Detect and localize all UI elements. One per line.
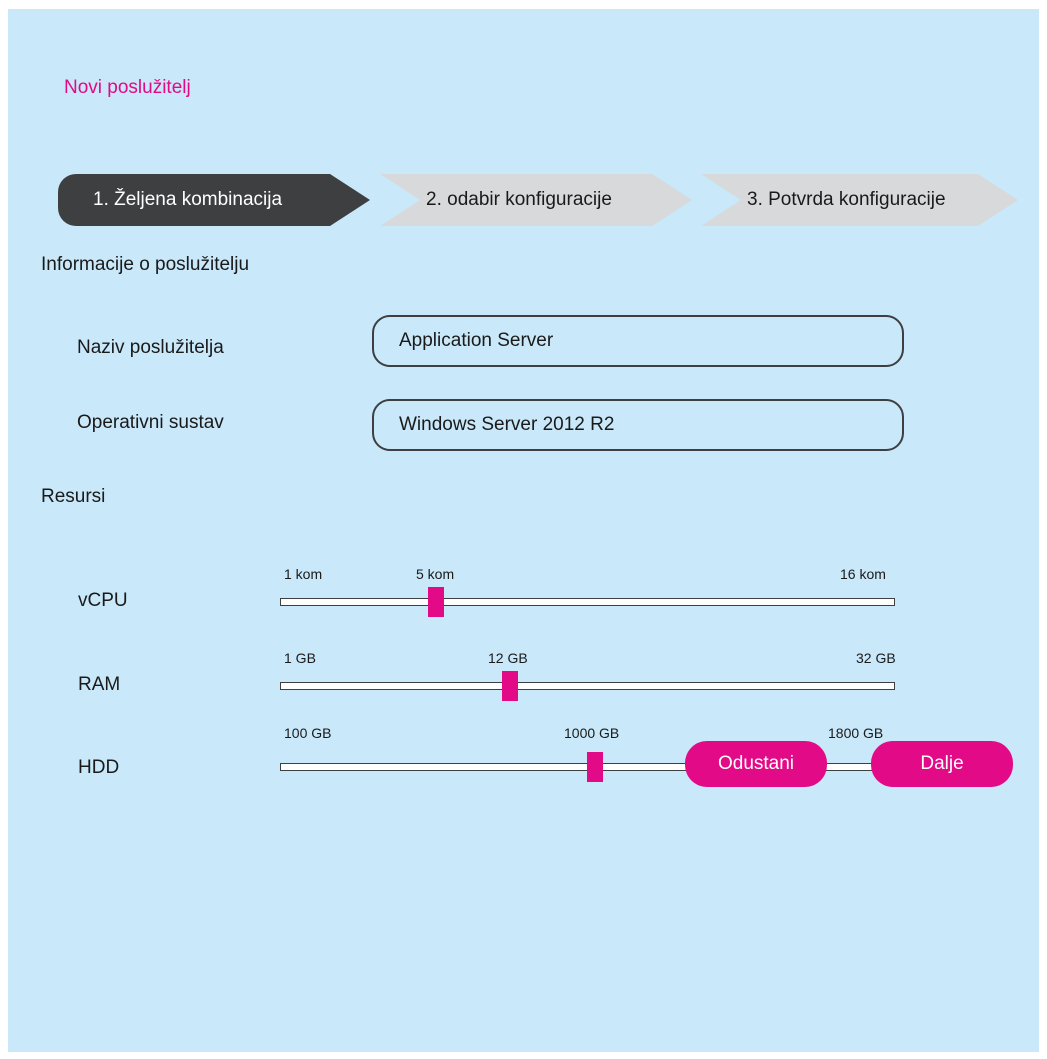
hdd-min-label: 100 GB <box>284 725 332 741</box>
ram-max-label: 32 GB <box>856 650 896 666</box>
new-server-panel: Novi poslužitelj 1. Željena kombinacija … <box>8 9 1039 1052</box>
step-3-label: 3. Potvrda konfiguracije <box>747 189 946 210</box>
step-1-label: 1. Željena kombinacija <box>93 189 283 210</box>
step-3-tab[interactable]: 3. Potvrda konfiguracije <box>701 174 1018 226</box>
ram-value-label: 12 GB <box>488 650 528 666</box>
wizard-steps: 1. Željena kombinacija 2. odabir konfigu… <box>58 174 1018 226</box>
server-name-value: Application Server <box>399 330 554 351</box>
page-title: Novi poslužitelj <box>64 77 191 98</box>
resources-heading: Resursi <box>41 486 106 507</box>
server-name-label: Naziv poslužitelja <box>77 337 224 358</box>
server-info-heading: Informacije o poslužitelju <box>41 254 250 275</box>
cancel-button-label: Odustani <box>717 753 795 774</box>
hdd-label: HDD <box>78 757 120 778</box>
os-value: Windows Server 2012 R2 <box>399 414 615 435</box>
vcpu-max-label: 16 kom <box>840 566 886 582</box>
vcpu-slider-track[interactable] <box>280 598 895 606</box>
vcpu-slider-thumb[interactable] <box>428 587 444 617</box>
next-button-label: Dalje <box>920 753 964 774</box>
next-button[interactable]: Dalje <box>871 741 1013 787</box>
step-2-tab[interactable]: 2. odabir konfiguracije <box>380 174 692 226</box>
vcpu-label: vCPU <box>78 590 128 611</box>
vcpu-value-label: 5 kom <box>416 566 455 582</box>
hdd-slider-thumb[interactable] <box>587 752 603 782</box>
cancel-button[interactable]: Odustani <box>685 741 827 787</box>
ram-min-label: 1 GB <box>284 650 316 666</box>
ram-label: RAM <box>78 674 121 695</box>
hdd-max-label: 1800 GB <box>828 725 884 741</box>
ram-slider-track[interactable] <box>280 682 895 690</box>
os-select[interactable]: Windows Server 2012 R2 <box>372 399 904 451</box>
os-label: Operativni sustav <box>77 412 224 433</box>
vcpu-min-label: 1 kom <box>284 566 323 582</box>
ram-slider-thumb[interactable] <box>502 671 518 701</box>
step-1-tab[interactable]: 1. Željena kombinacija <box>58 174 370 226</box>
hdd-value-label: 1000 GB <box>564 725 620 741</box>
server-name-input[interactable]: Application Server <box>372 315 904 367</box>
step-2-label: 2. odabir konfiguracije <box>426 189 612 210</box>
